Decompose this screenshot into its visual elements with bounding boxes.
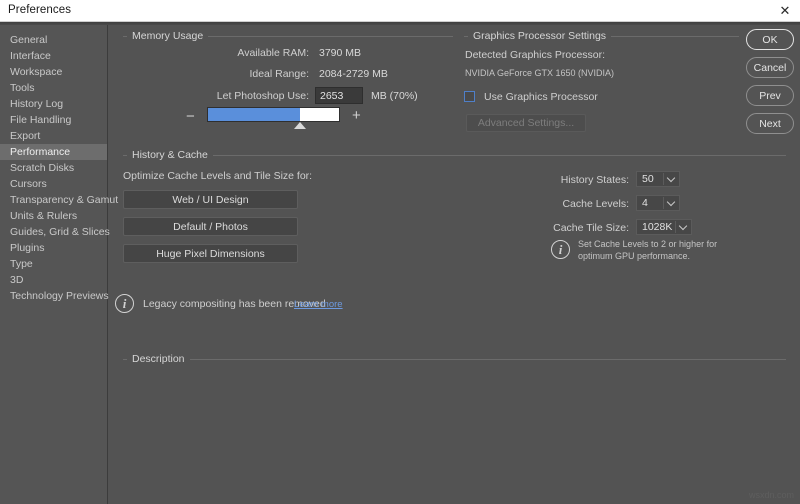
category-sidebar: General Interface Workspace Tools History Lo… xyxy=(0,25,118,504)
sidebar-item-workspace[interactable]: Workspace xyxy=(0,64,107,80)
info-icon: i xyxy=(551,240,570,259)
memory-slider-decrease[interactable]: − xyxy=(186,109,195,124)
ok-button[interactable]: OK xyxy=(746,29,794,50)
sidebar-item-label: File Handling xyxy=(10,114,72,126)
graphics-settings-title: Graphics Processor Settings xyxy=(468,30,612,42)
sidebar-item-performance[interactable]: Performance xyxy=(0,144,107,160)
cache-hint-line-1: Set Cache Levels to 2 or higher for xyxy=(578,239,718,249)
sidebar-item-cursors[interactable]: Cursors xyxy=(0,176,107,192)
sidebar-item-plugins[interactable]: Plugins xyxy=(0,240,107,256)
sidebar-item-label: Technology Previews xyxy=(10,290,109,302)
description-rule xyxy=(123,359,786,360)
memory-slider-fill xyxy=(208,108,300,121)
ideal-range-label: Ideal Range: xyxy=(249,68,309,80)
cache-field-label-2: Cache Tile Size: xyxy=(553,222,629,234)
sidebar-item-units-rulers[interactable]: Units & Rulers xyxy=(0,208,107,224)
cache-field-value-2: 1028K xyxy=(642,221,673,233)
detected-gpu-label: Detected Graphics Processor: xyxy=(465,49,606,61)
sidebar-item-scratch-disks[interactable]: Scratch Disks xyxy=(0,160,107,176)
sidebar-item-export[interactable]: Export xyxy=(0,128,107,144)
sidebar-item-guides-grid-slices[interactable]: Guides, Grid & Slices xyxy=(0,224,110,240)
sidebar-item-3d[interactable]: 3D xyxy=(0,272,107,288)
available-ram-value: 3790 MB xyxy=(319,47,362,59)
memory-unit-suffix: MB (70%) xyxy=(371,90,418,102)
cache-field-label-1: Cache Levels: xyxy=(562,198,629,210)
cache-field-value-1: 4 xyxy=(642,197,648,209)
sidebar-item-label: Units & Rulers xyxy=(10,210,78,222)
sidebar-item-label: Tools xyxy=(10,82,35,94)
sidebar-item-file-handling[interactable]: File Handling xyxy=(0,112,107,128)
close-icon[interactable]: ✕ xyxy=(776,3,794,19)
available-ram-label: Available RAM: xyxy=(237,47,309,59)
sidebar-item-label: Type xyxy=(10,258,33,270)
preferences-dialog: Preferences ✕ General Interface Workspace T… xyxy=(0,0,800,504)
history-cache-title: History & Cache xyxy=(127,149,213,161)
chevron-down-icon xyxy=(668,175,675,182)
cache-preset-web-ui-design-button[interactable]: Web / UI Design xyxy=(123,190,298,209)
memory-slider-track[interactable] xyxy=(207,107,340,122)
detected-gpu-value: NVIDIA GeForce GTX 1650 (NVIDIA) xyxy=(465,68,615,78)
memory-allocation-input[interactable] xyxy=(315,87,363,104)
cache-field-label-0: History States: xyxy=(560,174,629,186)
sidebar-item-label: Interface xyxy=(10,50,51,62)
memory-slider-increase[interactable]: + xyxy=(352,108,361,123)
sidebar-item-label: General xyxy=(10,34,48,46)
sidebar-item-label: Performance xyxy=(10,146,71,158)
sidebar-item-history-log[interactable]: History Log xyxy=(0,96,107,112)
preferences-content: Memory Usage Available RAM: 3790 MB Idea… xyxy=(109,25,800,504)
history-cache-rule xyxy=(123,155,786,156)
sidebar-item-transparency-gamut[interactable]: Transparency & Gamut xyxy=(0,192,118,208)
sidebar-item-label: Scratch Disks xyxy=(10,162,75,174)
memory-slider-thumb[interactable] xyxy=(294,122,307,129)
sidebar-item-label: 3D xyxy=(10,274,24,286)
chevron-down-icon xyxy=(680,223,687,230)
use-graphics-processor-checkbox[interactable] xyxy=(464,91,475,102)
sidebar-item-label: Workspace xyxy=(10,66,63,78)
ideal-range-value: 2084-2729 MB xyxy=(319,68,388,80)
optimize-cache-label: Optimize Cache Levels and Tile Size for: xyxy=(123,170,313,182)
sidebar-item-label: Cursors xyxy=(10,178,47,190)
watermark: wsxdn.com xyxy=(748,490,794,500)
title-bar: Preferences ✕ xyxy=(0,0,800,22)
sidebar-item-label: Export xyxy=(10,130,41,142)
select-separator xyxy=(663,173,664,185)
sidebar-item-technology-previews[interactable]: Technology Previews xyxy=(0,288,109,304)
next-button[interactable]: Next xyxy=(746,113,794,134)
sidebar-item-label: History Log xyxy=(10,98,64,110)
cancel-button[interactable]: Cancel xyxy=(746,57,794,78)
chevron-down-icon xyxy=(668,199,675,206)
select-separator xyxy=(675,221,676,233)
use-graphics-processor-label: Use Graphics Processor xyxy=(484,91,598,103)
sidebar-item-type[interactable]: Type xyxy=(0,256,107,272)
sidebar-item-general[interactable]: General xyxy=(0,32,107,48)
let-photoshop-use-label: Let Photoshop Use: xyxy=(216,90,309,102)
advanced-settings-button[interactable]: Advanced Settings... xyxy=(466,114,586,132)
sidebar-item-label: Guides, Grid & Slices xyxy=(10,226,110,238)
sidebar-item-interface[interactable]: Interface xyxy=(0,48,107,64)
cache-preset-huge-pixel-dimensions-button[interactable]: Huge Pixel Dimensions xyxy=(123,244,298,263)
memory-usage-title: Memory Usage xyxy=(127,30,209,42)
cache-field-select-0[interactable]: 50 xyxy=(636,171,680,187)
cache-field-select-2[interactable]: 1028K xyxy=(636,219,692,235)
cache-field-value-0: 50 xyxy=(642,173,654,185)
window-title: Preferences xyxy=(8,4,72,16)
cache-preset-default-photos-button[interactable]: Default / Photos xyxy=(123,217,298,236)
sidebar-item-tools[interactable]: Tools xyxy=(0,80,107,96)
cache-hint-line-2: optimum GPU performance. xyxy=(578,251,691,261)
learn-more-link[interactable]: Learn more xyxy=(294,299,343,310)
category-list: General Interface Workspace Tools History Lo… xyxy=(0,25,118,304)
prev-button[interactable]: Prev xyxy=(746,85,794,106)
select-separator xyxy=(663,197,664,209)
sidebar-item-label: Transparency & Gamut xyxy=(10,194,119,206)
description-title: Description xyxy=(127,353,190,365)
sidebar-item-label: Plugins xyxy=(10,242,45,254)
notice-info-icon: i xyxy=(115,294,134,313)
cache-field-select-1[interactable]: 4 xyxy=(636,195,680,211)
